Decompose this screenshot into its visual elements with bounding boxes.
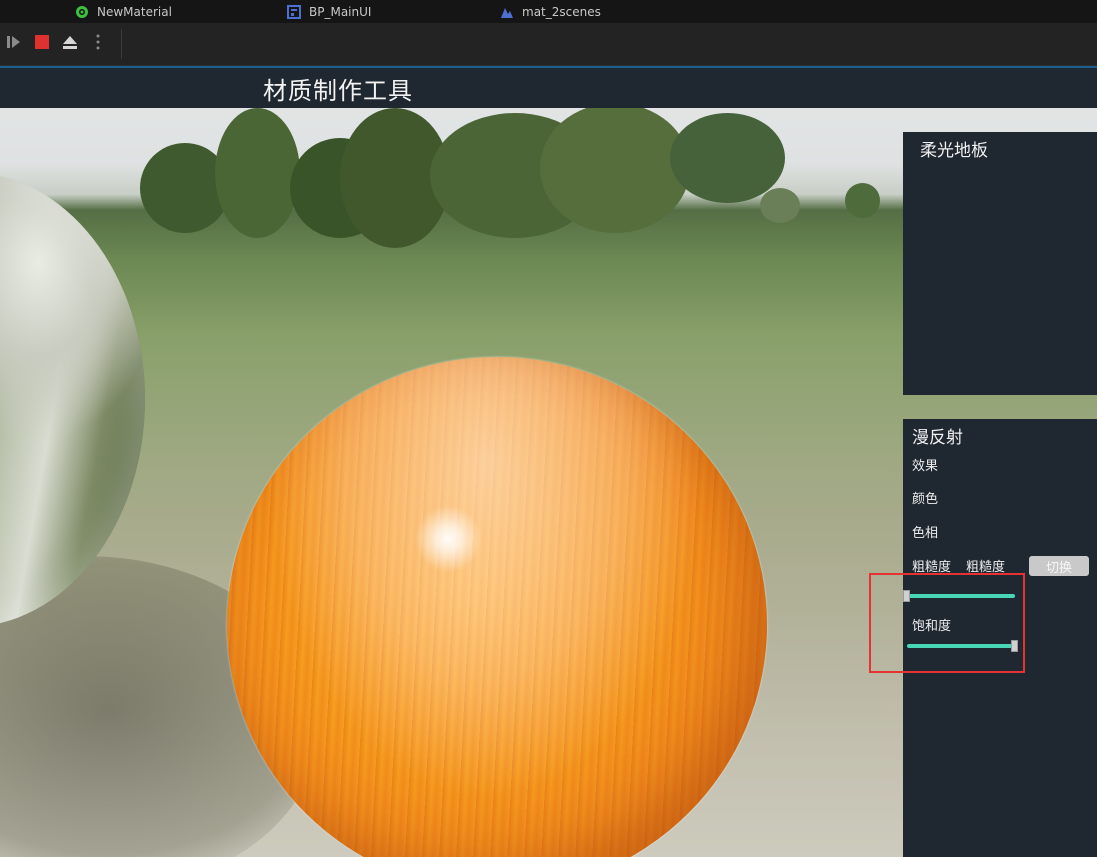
material-preview-sphere: [227, 357, 767, 857]
tool-title-bar: 材质制作工具: [0, 68, 1097, 108]
panel-title: 漫反射: [912, 428, 963, 448]
switch-button[interactable]: 切换: [1029, 556, 1089, 576]
tab-label: mat_2scenes: [522, 4, 601, 19]
material-icon: [75, 5, 89, 19]
tab-label: NewMaterial: [97, 4, 172, 19]
hue-label: 色相: [912, 526, 939, 541]
tab-newmaterial[interactable]: NewMaterial: [75, 0, 172, 23]
soft-light-floor-panel: 柔光地板: [903, 132, 1097, 395]
play-icon: [5, 33, 23, 55]
toolbar-divider: [121, 29, 122, 59]
tree: [760, 188, 800, 223]
more-options-button[interactable]: [87, 33, 109, 55]
editor-tab-bar: NewMaterial BP_MainUI mat_2scenes: [0, 0, 1097, 23]
tab-mat-2scenes[interactable]: mat_2scenes: [500, 0, 601, 23]
level-icon: [500, 5, 514, 19]
play-toolbar: [0, 23, 1097, 66]
play-button[interactable]: [3, 33, 25, 55]
widget-blueprint-icon: [287, 4, 301, 19]
more-options-icon: [95, 33, 101, 55]
eject-icon: [61, 33, 79, 55]
eject-button[interactable]: [59, 33, 81, 55]
stop-button[interactable]: [31, 33, 53, 55]
tab-bp-mainui[interactable]: BP_MainUI: [287, 0, 371, 23]
tab-label: BP_MainUI: [309, 4, 372, 19]
red-highlight-annotation: [869, 573, 1025, 673]
stop-icon: [34, 34, 50, 54]
app-title: 材质制作工具: [263, 77, 413, 105]
tree: [845, 183, 880, 218]
effect-label: 效果: [912, 459, 939, 474]
tree: [215, 108, 300, 238]
tree: [540, 103, 690, 233]
panel-title: 柔光地板: [920, 141, 988, 161]
color-label: 颜色: [912, 492, 939, 507]
tree: [670, 113, 785, 203]
